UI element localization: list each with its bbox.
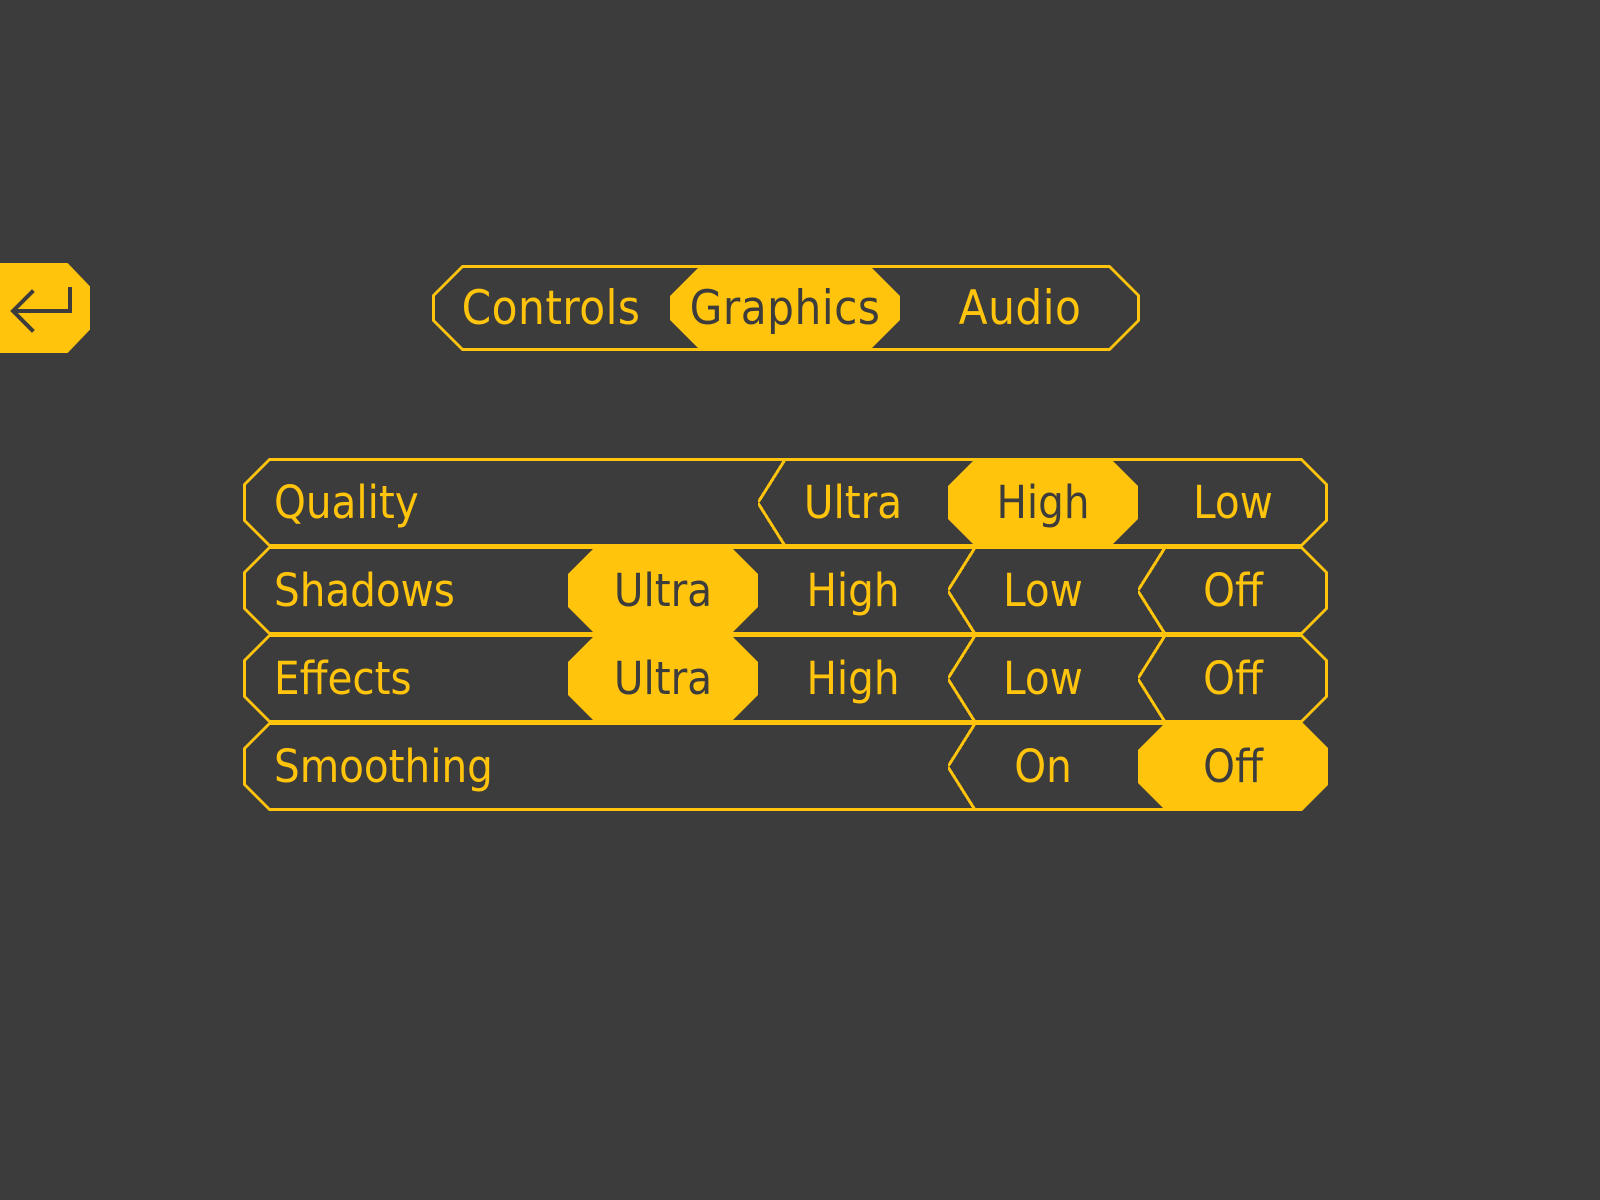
tab-graphics[interactable]: Graphics — [670, 265, 900, 351]
option-label: High — [806, 564, 900, 617]
option-label: Ultra — [613, 652, 713, 705]
setting-label-shadows: Shadows — [274, 564, 455, 617]
option-shadows-low[interactable]: Low — [948, 546, 1138, 635]
option-shadows-ultra[interactable]: Ultra — [568, 546, 758, 635]
tab-list: Controls Graphics Audio — [432, 265, 1140, 351]
row-spacer — [493, 722, 948, 811]
tab-bar: Controls Graphics Audio — [432, 265, 1140, 351]
tab-audio[interactable]: Audio — [900, 265, 1140, 351]
option-label: On — [1014, 740, 1072, 793]
option-label: Low — [1003, 652, 1083, 705]
option-label: High — [806, 652, 900, 705]
option-label: Off — [1203, 740, 1263, 793]
option-smoothing-off[interactable]: Off — [1138, 722, 1328, 811]
option-smoothing-on[interactable]: On — [948, 722, 1138, 811]
option-group-quality: Ultra High Low — [758, 458, 1328, 547]
row-spacer — [455, 546, 568, 635]
option-label: Ultra — [803, 476, 903, 529]
back-arrow-icon — [8, 282, 74, 334]
option-quality-low[interactable]: Low — [1138, 458, 1328, 547]
setting-row-shadows: Shadows Ultra High Low Off — [243, 546, 1328, 635]
option-label: Off — [1203, 564, 1263, 617]
option-quality-high[interactable]: High — [948, 458, 1138, 547]
settings-panel: Quality Ultra High Low Shadows Ultra Hig… — [243, 458, 1328, 811]
setting-label-effects: Effects — [274, 652, 412, 705]
option-label: High — [996, 476, 1090, 529]
option-shadows-high[interactable]: High — [758, 546, 948, 635]
tab-controls[interactable]: Controls — [432, 265, 670, 351]
option-label: Ultra — [613, 564, 713, 617]
option-group-shadows: Ultra High Low Off — [568, 546, 1328, 635]
option-quality-ultra[interactable]: Ultra — [758, 458, 948, 547]
option-effects-off[interactable]: Off — [1138, 634, 1328, 723]
option-label: Low — [1003, 564, 1083, 617]
option-shadows-off[interactable]: Off — [1138, 546, 1328, 635]
option-effects-high[interactable]: High — [758, 634, 948, 723]
setting-label-smoothing: Smoothing — [274, 740, 493, 793]
option-label: Off — [1203, 652, 1263, 705]
option-label: Low — [1193, 476, 1273, 529]
tab-graphics-label: Graphics — [689, 280, 881, 336]
setting-row-quality: Quality Ultra High Low — [243, 458, 1328, 547]
option-effects-low[interactable]: Low — [948, 634, 1138, 723]
setting-row-smoothing: Smoothing On Off — [243, 722, 1328, 811]
settings-screen: Controls Graphics Audio Quality Ultra Hi… — [0, 0, 1600, 1200]
row-spacer — [412, 634, 568, 723]
tab-audio-label: Audio — [958, 280, 1082, 336]
option-group-effects: Ultra High Low Off — [568, 634, 1328, 723]
option-group-smoothing: On Off — [948, 722, 1328, 811]
tab-controls-label: Controls — [461, 280, 641, 336]
row-spacer — [419, 458, 758, 547]
setting-row-effects: Effects Ultra High Low Off — [243, 634, 1328, 723]
option-effects-ultra[interactable]: Ultra — [568, 634, 758, 723]
back-button[interactable] — [0, 263, 90, 353]
setting-label-quality: Quality — [274, 476, 419, 529]
